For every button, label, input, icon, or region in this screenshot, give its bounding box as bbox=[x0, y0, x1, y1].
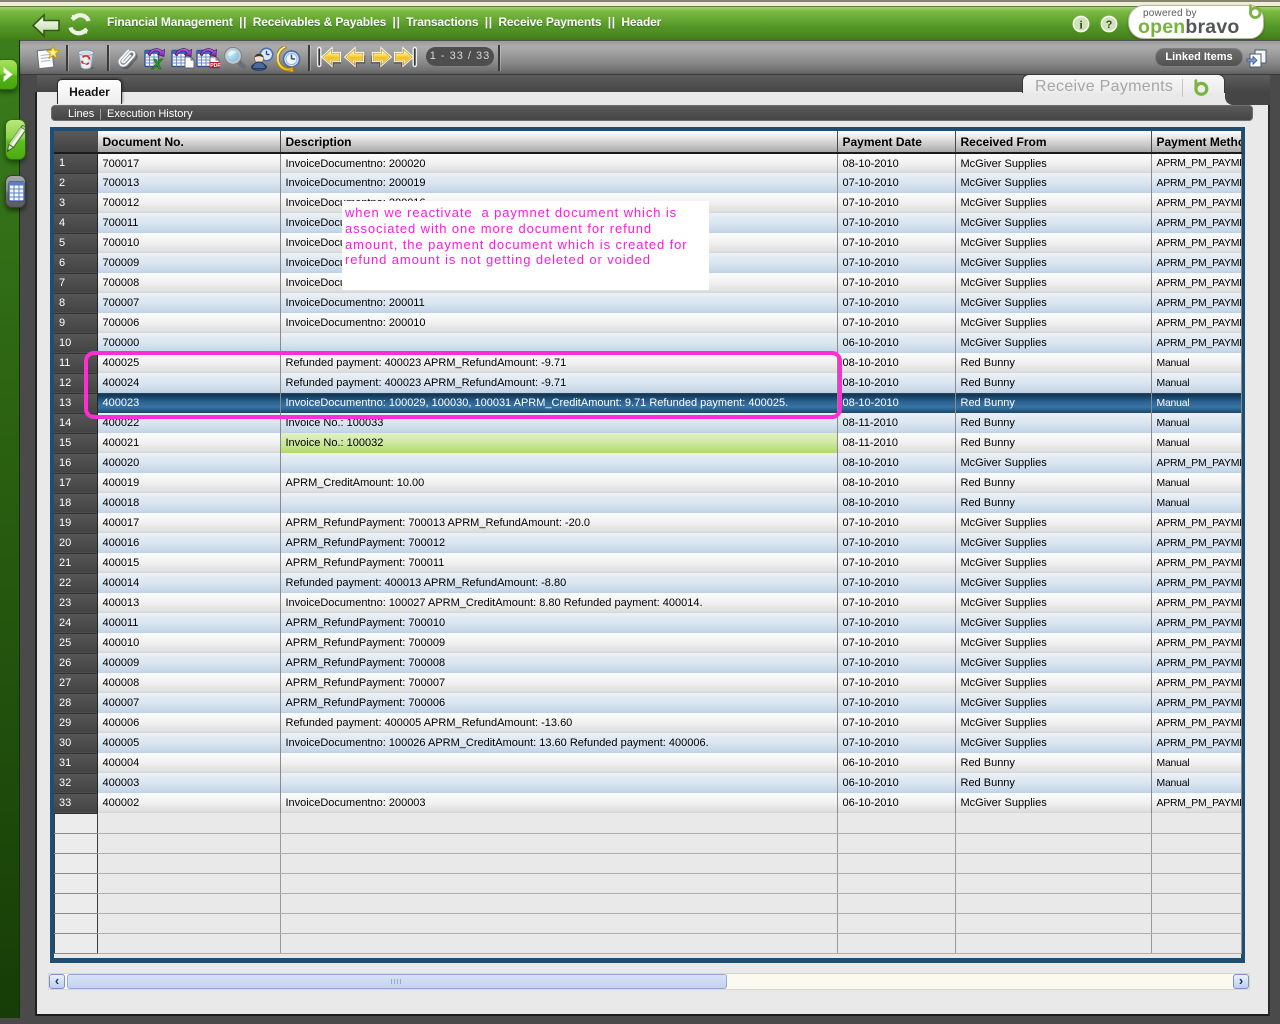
svg-text:X: X bbox=[151, 56, 163, 70]
svg-text:PDF: PDF bbox=[210, 63, 220, 69]
svg-text:?: ? bbox=[1106, 19, 1113, 31]
